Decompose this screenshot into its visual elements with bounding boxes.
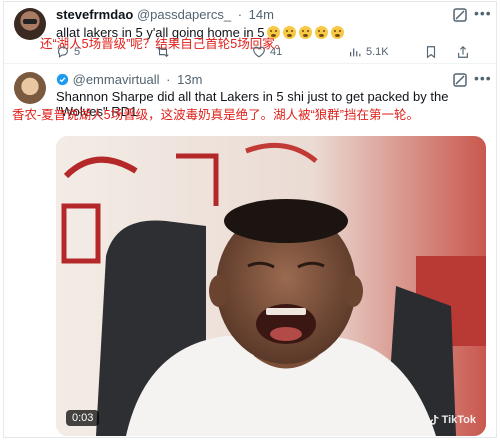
tweet-header: stevefrmdao @passdapercs_ · 14m	[56, 7, 274, 22]
display-name[interactable]: stevefrmdao	[56, 7, 133, 22]
more-icon[interactable]: •••	[474, 6, 491, 22]
reply-count: 5	[74, 46, 81, 58]
video-duration: 0:03	[66, 410, 100, 426]
bookmark-icon	[426, 46, 436, 59]
tiktok-icon	[429, 414, 439, 425]
avatar[interactable]	[14, 72, 46, 104]
bookmark-button[interactable]	[424, 44, 438, 60]
tweet[interactable]: @emmavirtuall · 13m ••• Shannon Sharpe d…	[4, 64, 496, 437]
timeline: stevefrmdao @passdapercs_ · 14m ••• alla…	[3, 1, 497, 438]
video-frame	[56, 136, 486, 436]
emoji-icon	[331, 26, 345, 39]
views-count: 5.1K	[366, 46, 389, 58]
like-icon	[253, 46, 265, 58]
repost-button[interactable]	[156, 44, 174, 60]
translation-text: 香农-夏普说湖人5场晋级，这波毒奶真是绝了。湖人被“狼群”挡在第一轮。	[12, 108, 419, 122]
tweet-time[interactable]: 13m	[177, 72, 202, 87]
repost-icon	[157, 46, 169, 58]
emoji-icon	[315, 26, 329, 39]
views-button[interactable]: 5.1K	[348, 44, 389, 60]
watermark-text: TikTok	[441, 414, 476, 426]
separator-dot: ·	[166, 72, 171, 87]
like-button[interactable]: 41	[252, 44, 282, 60]
reply-icon	[57, 46, 68, 58]
grok-icon[interactable]	[452, 72, 468, 88]
share-button[interactable]	[456, 44, 470, 60]
tweet[interactable]: stevefrmdao @passdapercs_ · 14m ••• alla…	[4, 2, 496, 64]
emoji-icon	[299, 26, 313, 39]
more-icon[interactable]: •••	[474, 71, 491, 87]
video-player[interactable]: 0:03 TikTok	[56, 136, 486, 436]
avatar[interactable]	[14, 8, 46, 40]
tweet-actions: 5 41 5.1K	[56, 44, 476, 60]
share-icon	[458, 45, 468, 58]
user-handle[interactable]: @emmavirtuall	[73, 72, 160, 87]
grok-icon[interactable]	[452, 7, 468, 23]
tiktok-watermark: TikTok	[429, 414, 476, 426]
verified-icon	[56, 73, 69, 86]
tweet-time[interactable]: 14m	[249, 7, 274, 22]
user-handle[interactable]: @passdapercs_	[137, 7, 231, 22]
separator-dot: ·	[237, 7, 243, 22]
tweet-header: @emmavirtuall · 13m	[56, 72, 202, 87]
reply-button[interactable]: 5	[56, 44, 80, 60]
like-count: 41	[270, 46, 283, 58]
views-icon	[350, 48, 361, 57]
